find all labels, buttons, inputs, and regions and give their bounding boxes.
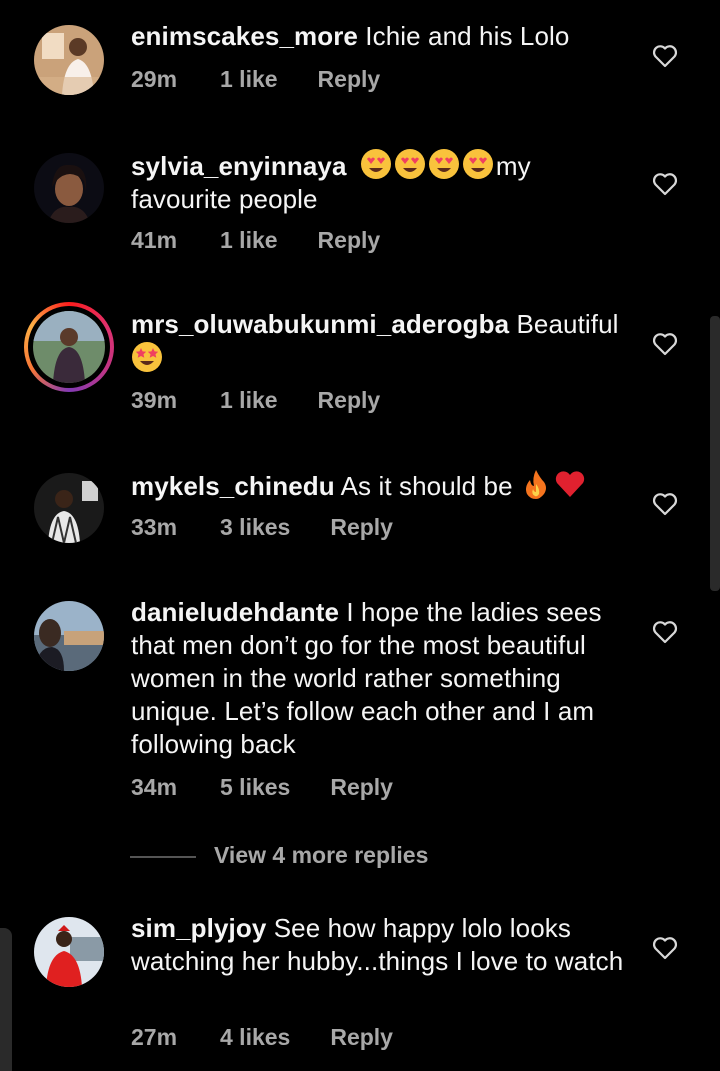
avatar[interactable]	[34, 153, 104, 223]
comment-username[interactable]: mrs_oluwabukunmi_aderogba	[131, 309, 509, 339]
heart-eyes-emoji-icon	[462, 149, 493, 179]
like-heart-icon[interactable]	[652, 44, 678, 68]
comment-username[interactable]: sim_plyjoy	[131, 913, 266, 943]
comment-body: mykels_chinedu As it should be	[131, 468, 631, 503]
avatar-image	[34, 25, 104, 95]
reply-button[interactable]: Reply	[330, 514, 393, 541]
avatar-image	[34, 153, 104, 223]
star-struck-emoji-icon	[132, 342, 162, 372]
comment-body: sim_plyjoy See how happy lolo looks watc…	[131, 912, 631, 978]
like-heart-icon[interactable]	[652, 936, 678, 960]
comment-likes[interactable]: 1 like	[220, 66, 278, 93]
edge-panel-handle[interactable]	[0, 928, 12, 1071]
heart-eyes-emoji-group	[360, 149, 496, 181]
comment-time: 27m	[131, 1024, 178, 1050]
avatar-image	[33, 311, 105, 383]
heart-eyes-emoji-icon	[428, 149, 459, 179]
view-more-divider	[130, 855, 196, 858]
comment-username[interactable]: mykels_chinedu	[131, 471, 335, 501]
avatar[interactable]	[34, 601, 104, 671]
comment-likes[interactable]: 1 like	[220, 227, 278, 254]
comment-meta: 29m 1 like Reply	[131, 66, 380, 93]
reply-button[interactable]: Reply	[318, 387, 381, 414]
comment-text: Beautiful	[509, 309, 619, 339]
reply-button[interactable]: Reply	[318, 66, 381, 93]
comment-body: enimscakes_more Ichie and his Lolo	[131, 20, 631, 53]
comment-meta: 39m 1 like Reply	[131, 387, 380, 414]
avatar[interactable]	[34, 473, 104, 543]
comment-body: mrs_oluwabukunmi_aderogba Beautiful	[131, 308, 631, 376]
comment-time: 33m	[131, 514, 178, 540]
story-ring-avatar[interactable]	[24, 302, 114, 392]
avatar-image	[34, 473, 104, 543]
comment-meta: 33m 3 likes Reply	[131, 514, 393, 541]
avatar[interactable]	[34, 25, 104, 95]
comment-text: Ichie and his Lolo	[357, 21, 570, 51]
comment-likes[interactable]: 5 likes	[220, 774, 290, 801]
comment-likes[interactable]: 1 like	[220, 387, 278, 414]
comment-username[interactable]: enimscakes_more	[131, 21, 358, 51]
comment-meta: 27m 4 likes Reply	[131, 1024, 393, 1051]
view-more-replies-label: View 4 more replies	[214, 842, 429, 868]
comment-meta: 34m 5 likes Reply	[131, 774, 393, 801]
like-heart-icon[interactable]	[652, 492, 678, 516]
comment-time: 34m	[131, 774, 178, 800]
comment-username[interactable]: danieludehdante	[131, 597, 339, 627]
reply-button[interactable]: Reply	[330, 1024, 393, 1051]
like-heart-icon[interactable]	[652, 172, 678, 196]
comment-username[interactable]: sylvia_enyinnaya	[131, 151, 347, 181]
heart-eyes-emoji-icon	[394, 149, 425, 179]
avatar[interactable]	[34, 917, 104, 987]
scrollbar-thumb[interactable]	[710, 316, 720, 591]
like-heart-icon[interactable]	[652, 332, 678, 356]
comment-time: 29m	[131, 66, 178, 92]
fire-emoji-icon	[525, 470, 546, 499]
comment-likes[interactable]: 3 likes	[220, 514, 290, 541]
avatar-image	[34, 601, 104, 671]
comment-meta: 41m 1 like Reply	[131, 227, 380, 254]
comment-text: As it should be	[334, 471, 520, 501]
avatar-inner	[28, 306, 110, 388]
comment-body: sylvia_enyinnaya my favourite people	[131, 148, 631, 216]
comment-time: 39m	[131, 387, 178, 413]
comment-time: 41m	[131, 227, 178, 253]
red-heart-emoji-icon	[555, 471, 585, 497]
heart-eyes-emoji-icon	[360, 149, 391, 179]
view-more-replies-button[interactable]: View 4 more replies	[130, 842, 428, 872]
reply-button[interactable]: Reply	[330, 774, 393, 801]
avatar-image	[34, 917, 104, 987]
comment-likes[interactable]: 4 likes	[220, 1024, 290, 1051]
like-heart-icon[interactable]	[652, 620, 678, 644]
reply-button[interactable]: Reply	[318, 227, 381, 254]
comment-body: danieludehdante I hope the ladies sees t…	[131, 596, 631, 761]
